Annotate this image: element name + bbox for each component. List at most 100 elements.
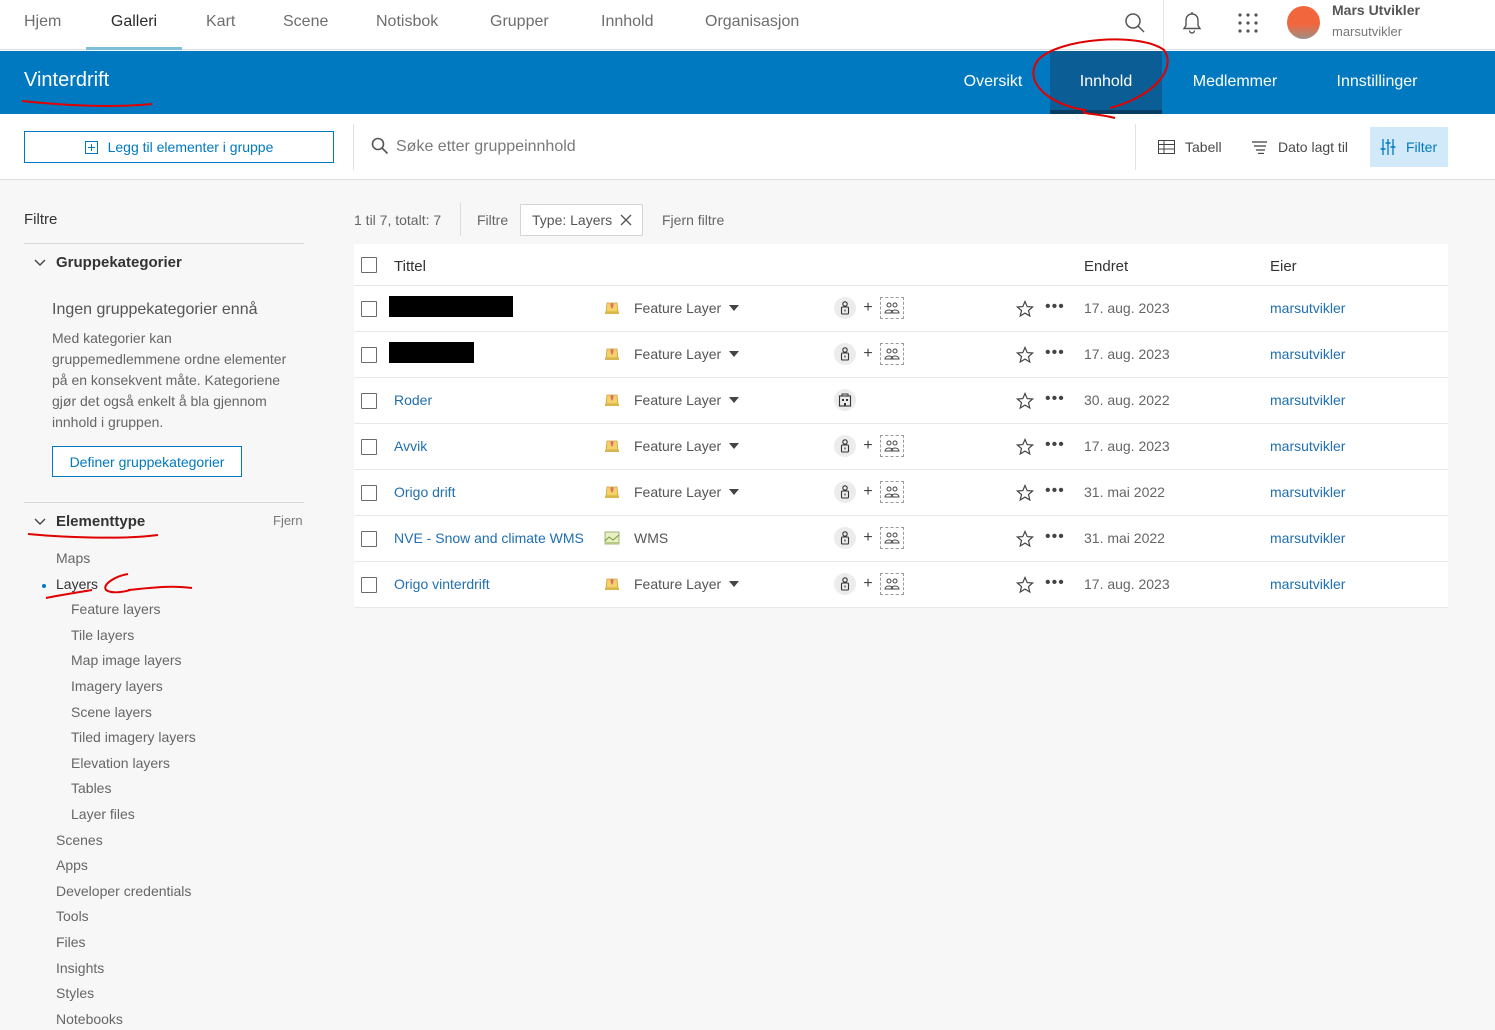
close-icon[interactable] bbox=[620, 214, 632, 226]
item-owner-link[interactable]: marsutvikler bbox=[1270, 484, 1345, 500]
item-type-tables[interactable]: Tables bbox=[71, 780, 111, 796]
column-modified[interactable]: Endret bbox=[1084, 258, 1128, 275]
favorite-star-icon[interactable] bbox=[1015, 299, 1035, 323]
group-share-icon[interactable] bbox=[880, 481, 904, 503]
group-share-icon[interactable] bbox=[880, 297, 904, 319]
item-title-link[interactable]: Origo drift bbox=[394, 484, 455, 500]
more-options-icon[interactable]: ••• bbox=[1045, 575, 1065, 591]
nav-item-galleri[interactable]: Galleri bbox=[86, 0, 182, 50]
item-owner-link[interactable]: marsutvikler bbox=[1270, 392, 1345, 408]
group-share-icon[interactable] bbox=[880, 527, 904, 549]
item-type-tools[interactable]: Tools bbox=[56, 908, 89, 924]
more-options-icon[interactable]: ••• bbox=[1045, 529, 1065, 545]
favorite-star-icon[interactable] bbox=[1015, 345, 1035, 369]
row-checkbox[interactable] bbox=[361, 485, 377, 501]
item-title-link[interactable]: Avvik bbox=[394, 438, 427, 454]
item-type-feature-layers[interactable]: Feature layers bbox=[71, 601, 160, 617]
item-type-layers[interactable]: Layers bbox=[56, 576, 98, 592]
more-options-icon[interactable]: ••• bbox=[1045, 437, 1065, 453]
item-type-scenes[interactable]: Scenes bbox=[56, 832, 103, 848]
group-share-icon[interactable] bbox=[880, 573, 904, 595]
row-checkbox[interactable] bbox=[361, 577, 377, 593]
group-content-search-input[interactable] bbox=[396, 131, 1116, 163]
bell-icon[interactable] bbox=[1179, 10, 1205, 36]
add-items-button[interactable]: Legg til elementer i gruppe bbox=[24, 131, 334, 163]
item-type-apps[interactable]: Apps bbox=[56, 857, 88, 873]
tab-innstillinger[interactable]: Innstillinger bbox=[1322, 51, 1432, 114]
favorite-star-icon[interactable] bbox=[1015, 437, 1035, 461]
nav-item-kart[interactable]: Kart bbox=[206, 0, 235, 50]
item-type-tiled-imagery-layers[interactable]: Tiled imagery layers bbox=[71, 729, 196, 745]
select-all-checkbox[interactable] bbox=[361, 257, 377, 273]
favorite-star-icon[interactable] bbox=[1015, 575, 1035, 599]
item-type[interactable]: Feature Layer bbox=[634, 346, 740, 362]
nav-item-grupper[interactable]: Grupper bbox=[490, 0, 549, 50]
sharing-status[interactable]: + bbox=[834, 573, 904, 595]
table-row[interactable]: Origo vinterdrift Feature Layer + ••• 17. au… bbox=[354, 562, 1448, 608]
tab-oversikt[interactable]: Oversikt bbox=[950, 51, 1036, 114]
clear-filters-link[interactable]: Fjern filtre bbox=[662, 212, 724, 228]
item-type[interactable]: Feature Layer bbox=[634, 576, 740, 592]
item-type[interactable]: Feature Layer bbox=[634, 438, 740, 454]
favorite-star-icon[interactable] bbox=[1015, 391, 1035, 415]
sort-button[interactable]: Dato lagt til bbox=[1242, 127, 1358, 167]
row-checkbox[interactable] bbox=[361, 439, 377, 455]
nav-item-scene[interactable]: Scene bbox=[283, 0, 328, 50]
sharing-status[interactable]: + bbox=[834, 435, 904, 457]
tab-innhold[interactable]: Innhold bbox=[1050, 51, 1162, 114]
search-icon[interactable] bbox=[1122, 10, 1148, 36]
group-share-icon[interactable] bbox=[880, 343, 904, 365]
item-type[interactable]: Feature Layer bbox=[634, 392, 740, 408]
item-owner-link[interactable]: marsutvikler bbox=[1270, 346, 1345, 362]
tab-medlemmer[interactable]: Medlemmer bbox=[1176, 51, 1294, 114]
table-row[interactable]: Avvik Feature Layer + ••• 17. aug. 2023 marsu… bbox=[354, 424, 1448, 470]
item-type-developer-credentials[interactable]: Developer credentials bbox=[56, 883, 191, 899]
table-view-button[interactable]: Tabell bbox=[1148, 127, 1232, 167]
more-options-icon[interactable]: ••• bbox=[1045, 483, 1065, 499]
nav-item-innhold[interactable]: Innhold bbox=[601, 0, 654, 50]
sharing-status[interactable]: + bbox=[834, 343, 904, 365]
table-row[interactable]: Origo drift Feature Layer + ••• 31. mai 2022… bbox=[354, 470, 1448, 516]
table-row[interactable]: Feature Layer + ••• 17. aug. 2023 marsutvikl… bbox=[354, 332, 1448, 378]
column-title[interactable]: Tittel bbox=[394, 258, 426, 275]
item-type[interactable]: Feature Layer bbox=[634, 484, 740, 500]
item-type-files[interactable]: Files bbox=[56, 934, 86, 950]
table-row[interactable]: NVE - Snow and climate WMS WMS + ••• 31. mai… bbox=[354, 516, 1448, 562]
nav-item-hjem[interactable]: Hjem bbox=[24, 0, 61, 50]
item-type-maps[interactable]: Maps bbox=[56, 550, 90, 566]
app-launcher-icon[interactable] bbox=[1235, 10, 1261, 36]
row-checkbox[interactable] bbox=[361, 531, 377, 547]
item-type-styles[interactable]: Styles bbox=[56, 985, 94, 1001]
favorite-star-icon[interactable] bbox=[1015, 483, 1035, 507]
item-owner-link[interactable]: marsutvikler bbox=[1270, 438, 1345, 454]
item-title-link[interactable]: Origo vinterdrift bbox=[394, 576, 490, 592]
filter-chip-type-layers[interactable]: Type: Layers bbox=[520, 204, 643, 236]
item-type-imagery-layers[interactable]: Imagery layers bbox=[71, 678, 163, 694]
define-categories-button[interactable]: Definer gruppekategorier bbox=[52, 446, 242, 477]
item-title-link[interactable]: NVE - Snow and climate WMS bbox=[394, 530, 584, 546]
item-owner-link[interactable]: marsutvikler bbox=[1270, 530, 1345, 546]
row-checkbox[interactable] bbox=[361, 301, 377, 317]
remove-item-type-filter[interactable]: Fjern bbox=[273, 513, 303, 528]
table-row[interactable]: Roder Feature Layer ••• 30. aug. 2022 marsut… bbox=[354, 378, 1448, 424]
more-options-icon[interactable]: ••• bbox=[1045, 391, 1065, 407]
row-checkbox[interactable] bbox=[361, 347, 377, 363]
nav-item-organisasjon[interactable]: Organisasjon bbox=[705, 0, 799, 50]
item-type[interactable]: Feature Layer bbox=[634, 300, 740, 316]
item-type-scene-layers[interactable]: Scene layers bbox=[71, 704, 152, 720]
favorite-star-icon[interactable] bbox=[1015, 529, 1035, 553]
table-row[interactable]: Feature Layer + ••• 17. aug. 2023 marsutvikl… bbox=[354, 286, 1448, 332]
user-name[interactable]: Mars Utvikler bbox=[1332, 2, 1420, 18]
item-type-notebooks[interactable]: Notebooks bbox=[56, 1011, 123, 1027]
more-options-icon[interactable]: ••• bbox=[1045, 345, 1065, 361]
group-share-icon[interactable] bbox=[880, 435, 904, 457]
item-type-tile-layers[interactable]: Tile layers bbox=[71, 627, 134, 643]
item-owner-link[interactable]: marsutvikler bbox=[1270, 576, 1345, 592]
column-owner[interactable]: Eier bbox=[1270, 258, 1297, 275]
sharing-status[interactable] bbox=[834, 389, 856, 411]
sharing-status[interactable]: + bbox=[834, 481, 904, 503]
sharing-status[interactable]: + bbox=[834, 527, 904, 549]
item-owner-link[interactable]: marsutvikler bbox=[1270, 300, 1345, 316]
item-type-toggle[interactable]: Elementtype bbox=[34, 513, 145, 530]
nav-item-notisbok[interactable]: Notisbok bbox=[376, 0, 438, 50]
